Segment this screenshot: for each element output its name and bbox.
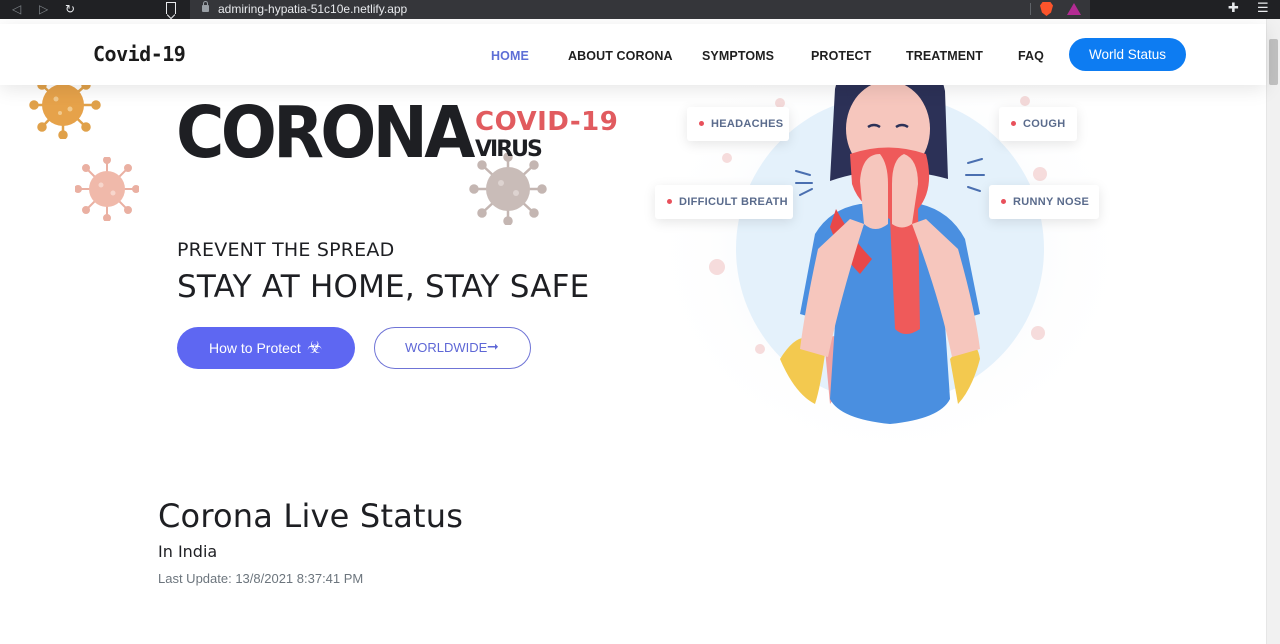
- how-to-protect-label: How to Protect: [209, 340, 301, 356]
- virus-pink-icon: [75, 157, 139, 221]
- nav-treatment[interactable]: TREATMENT: [906, 49, 983, 63]
- page-viewport: Covid-19 HOME ABOUT CORONA SYMPTOMS PROT…: [0, 19, 1280, 644]
- biohazard-icon: ☣: [307, 338, 323, 358]
- back-arrow-icon[interactable]: ◁: [12, 1, 21, 17]
- symptom-label: HEADACHES: [711, 118, 784, 130]
- site-header: Covid-19 HOME ABOUT CORONA SYMPTOMS PROT…: [0, 24, 1266, 85]
- bullet-dot-icon: [1011, 121, 1016, 126]
- virus-gray-icon: [469, 153, 547, 225]
- toolbar-divider: [1030, 3, 1031, 15]
- bullet-dot-icon: [699, 121, 704, 126]
- nav-home[interactable]: HOME: [491, 49, 529, 63]
- nav-symptoms[interactable]: SYMPTOMS: [702, 49, 774, 63]
- bookmark-icon[interactable]: [166, 2, 176, 14]
- world-status-button[interactable]: World Status: [1069, 38, 1186, 71]
- worldwide-label: WORLDWIDE: [405, 340, 488, 355]
- bullet-dot-icon: [667, 199, 672, 204]
- bullet-dot-icon: [1001, 199, 1006, 204]
- symptom-label: COUGH: [1023, 118, 1066, 130]
- hamburger-icon[interactable]: ☰: [1257, 1, 1269, 17]
- symptom-label: RUNNY NOSE: [1013, 196, 1090, 208]
- how-to-protect-button[interactable]: How to Protect ☣: [177, 327, 355, 369]
- nav-protect[interactable]: PROTECT: [811, 49, 871, 63]
- lock-icon[interactable]: [202, 1, 209, 12]
- virus-tag: VIRUS: [475, 137, 543, 162]
- live-status-title: Corona Live Status: [158, 497, 464, 535]
- url-text[interactable]: admiring-hypatia-51c10e.netlify.app: [218, 1, 407, 17]
- browser-toolbar: ◁ ▷ ↻ admiring-hypatia-51c10e.netlify.ap…: [0, 0, 1280, 19]
- scrollbar-thumb[interactable]: [1269, 39, 1278, 85]
- symptom-runny-nose: RUNNY NOSE: [989, 185, 1099, 219]
- covid-19-tag: COVID-19: [475, 107, 619, 137]
- nav-about-corona[interactable]: ABOUT CORONA: [568, 49, 673, 63]
- forward-arrow-icon[interactable]: ▷: [39, 1, 48, 17]
- symptom-label: DIFFICULT BREATH: [679, 196, 788, 208]
- puzzle-icon[interactable]: ✚: [1228, 1, 1239, 17]
- site-logo[interactable]: Covid-19: [93, 42, 186, 66]
- symptom-cough: COUGH: [999, 107, 1077, 141]
- reload-icon[interactable]: ↻: [65, 1, 75, 17]
- symptom-headaches: HEADACHES: [687, 107, 789, 141]
- hero-title: CORONA: [176, 91, 475, 174]
- symptom-difficult-breath: DIFFICULT BREATH: [655, 185, 793, 219]
- brave-rewards-icon[interactable]: [1067, 3, 1081, 15]
- stay-safe-headline: STAY AT HOME, STAY SAFE: [177, 269, 590, 305]
- nav-faq[interactable]: FAQ: [1018, 49, 1044, 63]
- worldwide-button[interactable]: WORLDWIDE ➞: [374, 327, 531, 369]
- page-scrollbar[interactable]: [1266, 19, 1280, 644]
- last-update-timestamp: Last Update: 13/8/2021 8:37:41 PM: [158, 571, 364, 586]
- live-status-region: In India: [158, 542, 218, 561]
- arrow-right-icon: ➞: [487, 339, 499, 355]
- prevent-subtitle: PREVENT THE SPREAD: [177, 239, 395, 261]
